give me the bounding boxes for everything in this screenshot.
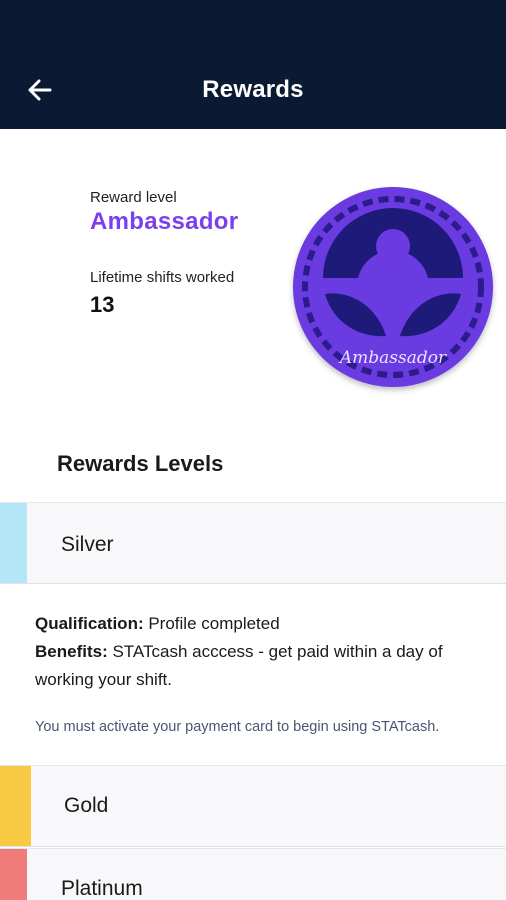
benefits-line: Benefits: STATcash acccess - get paid wi… [35, 642, 443, 689]
reward-level-label: Reward level [90, 189, 177, 206]
rewards-levels-title: Rewards Levels [57, 451, 224, 476]
level-details-silver: Qualification: Profile completed Benefit… [35, 610, 501, 694]
qualification-line: Qualification: Profile completed [35, 614, 280, 633]
page-title: Rewards [202, 76, 304, 103]
level-name: Silver [61, 533, 114, 556]
level-color-stripe [0, 849, 27, 900]
level-name: Gold [64, 794, 109, 817]
top-app-bar: Rewards [0, 0, 506, 129]
ambassador-badge-icon: Ambassador [293, 187, 493, 387]
lifetime-shifts-label: Lifetime shifts worked [90, 269, 235, 286]
level-row-platinum[interactable]: Platinum [0, 848, 506, 900]
level-color-stripe [0, 503, 27, 583]
lifetime-shifts-value: 13 [90, 292, 115, 317]
badge-text: Ambassador [338, 348, 447, 368]
reward-level-value: Ambassador [90, 208, 239, 235]
level-color-stripe [0, 766, 31, 846]
level-row-gold[interactable]: Gold [0, 765, 506, 847]
level-name: Platinum [61, 877, 143, 900]
activation-note: You must activate your payment card to b… [35, 719, 440, 735]
level-row-silver[interactable]: Silver [0, 502, 506, 584]
